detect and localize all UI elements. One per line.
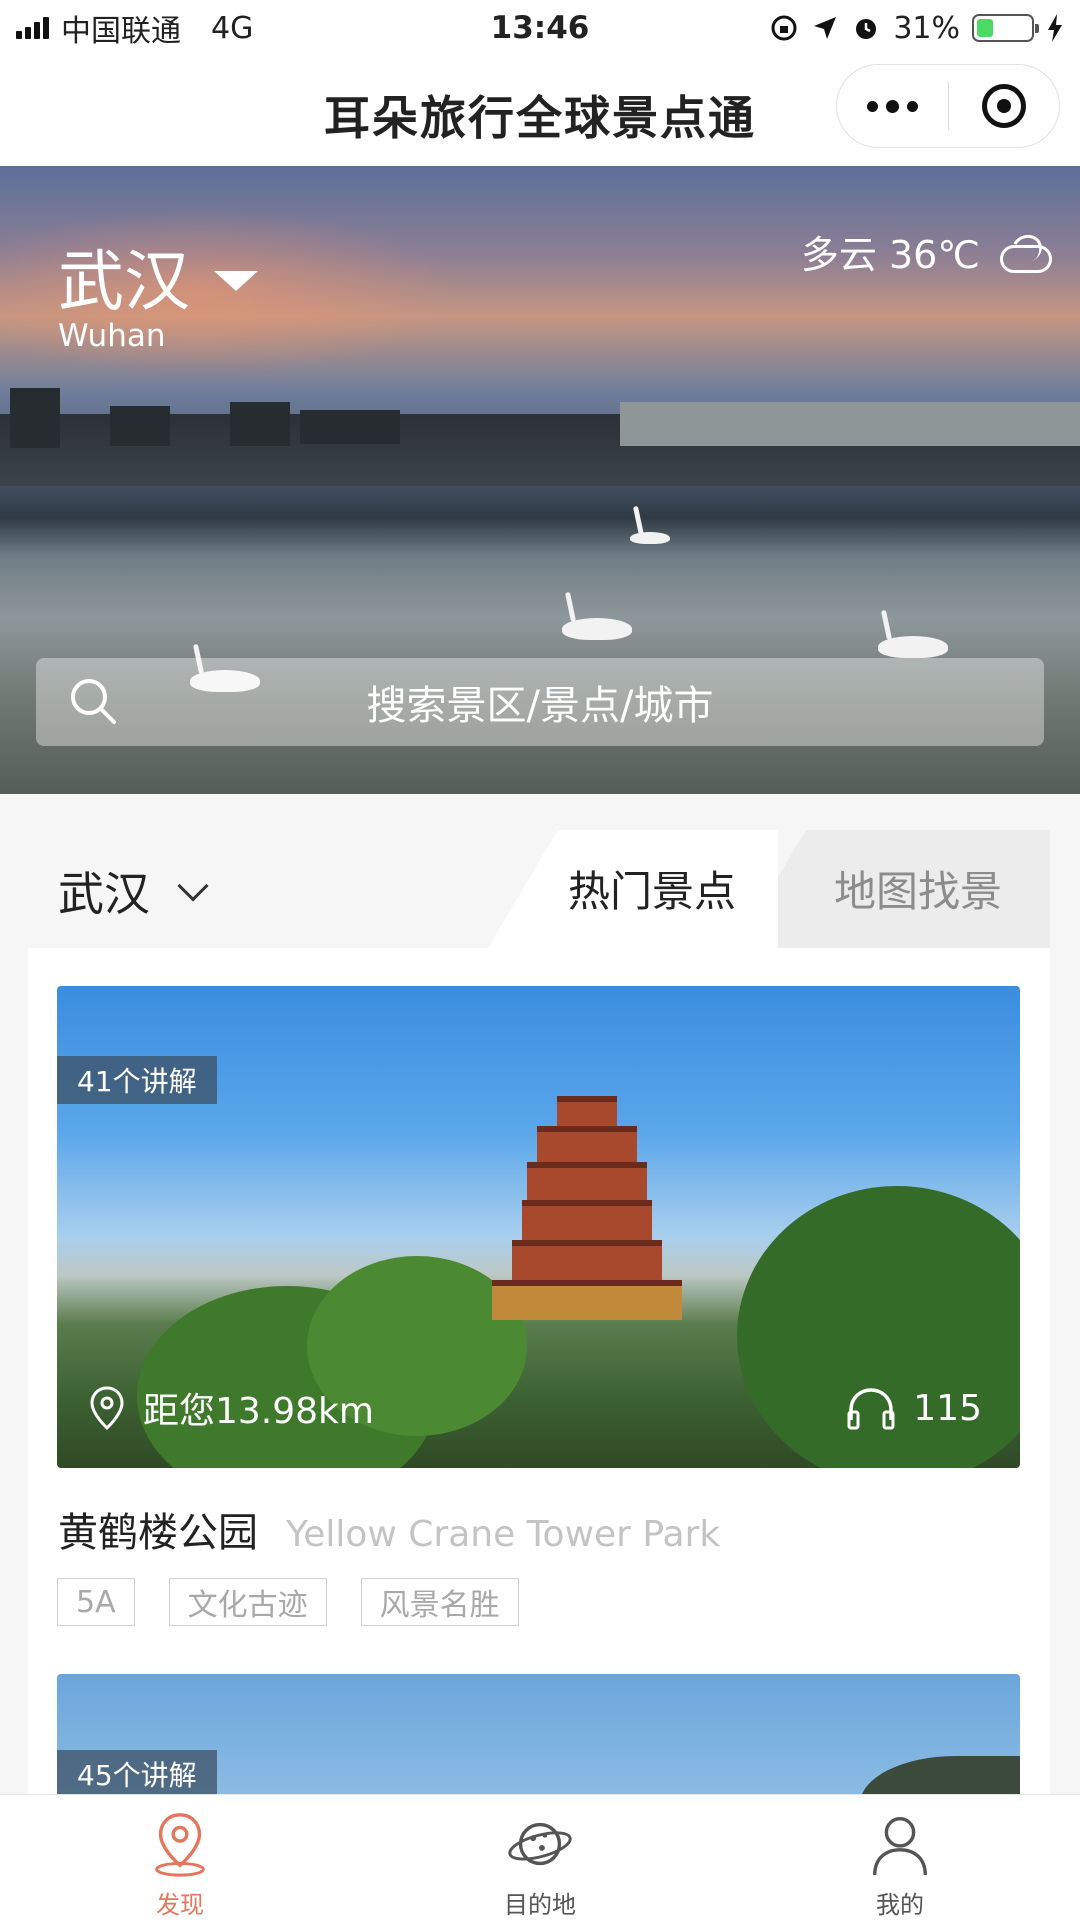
headphones-icon bbox=[847, 1388, 895, 1430]
attraction-title[interactable]: 黄鹤楼公园 Yellow Crane Tower Park bbox=[58, 1500, 720, 1558]
battery-percent: 31% bbox=[893, 10, 960, 46]
status-right: 31% bbox=[769, 11, 1064, 46]
more-button[interactable] bbox=[837, 65, 948, 147]
tag: 5A bbox=[57, 1578, 135, 1626]
attraction-card-image[interactable]: 41个讲解 距您13.98km 115 bbox=[57, 986, 1020, 1468]
nav-bar: 耳朵旅行全球景点通 bbox=[0, 56, 1080, 166]
filter-city-selector[interactable]: 武汉 bbox=[58, 858, 209, 924]
swan bbox=[630, 532, 670, 544]
more-dots-icon bbox=[866, 100, 878, 112]
mini-program-capsule bbox=[836, 64, 1060, 148]
network-type: 4G bbox=[211, 10, 254, 46]
location-pin-icon bbox=[90, 1386, 124, 1431]
charging-icon bbox=[1048, 14, 1062, 42]
attraction-name-en: Yellow Crane Tower Park bbox=[286, 1514, 721, 1555]
screen-lock-icon bbox=[771, 15, 797, 41]
guide-count-badge: 45个讲解 bbox=[57, 1750, 217, 1798]
planet-icon bbox=[508, 1822, 572, 1866]
weather: 多云 36℃ bbox=[800, 224, 1052, 279]
tab-map-find-label[interactable]: 地图找景 bbox=[834, 858, 1002, 919]
search-placeholder: 搜索景区/景点/城市 bbox=[366, 683, 714, 729]
signal-strength-icon bbox=[16, 17, 49, 39]
search-input[interactable]: 搜索景区/景点/城市 bbox=[36, 658, 1044, 746]
alarm-icon bbox=[856, 19, 877, 39]
battery-level bbox=[977, 19, 994, 37]
close-circle-icon bbox=[981, 84, 1026, 128]
tab-label: 目的地 bbox=[504, 1891, 576, 1919]
tab-destination[interactable]: 目的地 bbox=[360, 1795, 720, 1920]
listen-info: 115 bbox=[845, 1382, 982, 1434]
attraction-tags: 5A 文化古迹 风景名胜 bbox=[57, 1578, 519, 1626]
bottom-tab-bar: 发现 目的地 我的 bbox=[0, 1794, 1080, 1920]
battery-icon bbox=[972, 14, 1039, 42]
listen-count: 115 bbox=[913, 1387, 982, 1429]
status-bar: 中国联通 4G 13:46 31% bbox=[0, 0, 1080, 56]
distance-text: 距您13.98km bbox=[143, 1391, 374, 1432]
caret-down-icon bbox=[214, 271, 258, 291]
tab-discover[interactable]: 发现 bbox=[0, 1795, 360, 1920]
close-button[interactable] bbox=[948, 65, 1059, 147]
skyline-building bbox=[110, 406, 170, 446]
tab-label: 发现 bbox=[156, 1891, 204, 1919]
filter-row: 武汉 热门景点 地图找景 bbox=[28, 830, 1050, 948]
attraction-name-zh: 黄鹤楼公园 bbox=[58, 1510, 258, 1556]
skyline-building bbox=[10, 388, 60, 448]
tag: 风景名胜 bbox=[360, 1578, 519, 1626]
user-icon bbox=[873, 1817, 927, 1876]
city-name-en: Wuhan bbox=[58, 318, 166, 354]
skyline-building bbox=[300, 410, 400, 444]
tab-mine[interactable]: 我的 bbox=[720, 1795, 1080, 1920]
tag: 文化古迹 bbox=[168, 1578, 327, 1626]
card-meta: 距您13.98km 115 bbox=[87, 1382, 982, 1434]
swan bbox=[878, 636, 948, 658]
distance-info: 距您13.98km bbox=[87, 1382, 374, 1434]
search-icon bbox=[71, 679, 116, 724]
swan bbox=[562, 618, 632, 640]
tab-label: 我的 bbox=[876, 1891, 924, 1919]
guide-count-badge: 41个讲解 bbox=[57, 1056, 217, 1104]
city-name: 武汉 bbox=[58, 243, 190, 320]
cloud-icon bbox=[996, 235, 1052, 273]
hero-banner: 武汉 Wuhan 多云 36℃ 搜索景区/景点/城市 bbox=[0, 166, 1080, 794]
weather-text: 多云 36℃ bbox=[800, 233, 980, 277]
chevron-down-icon bbox=[177, 870, 209, 902]
location-pin-icon bbox=[155, 1813, 205, 1877]
status-left: 中国联通 4G bbox=[16, 6, 253, 50]
skyline-building bbox=[620, 402, 1080, 446]
tab-hot-spots-label[interactable]: 热门景点 bbox=[568, 858, 736, 919]
skyline-building bbox=[230, 402, 290, 446]
city-selector[interactable]: 武汉 bbox=[58, 228, 258, 324]
yellow-crane-tower bbox=[492, 1076, 682, 1326]
carrier-name: 中国联通 bbox=[61, 14, 181, 49]
filter-city-label: 武汉 bbox=[58, 867, 150, 921]
location-arrow-icon bbox=[814, 17, 837, 39]
